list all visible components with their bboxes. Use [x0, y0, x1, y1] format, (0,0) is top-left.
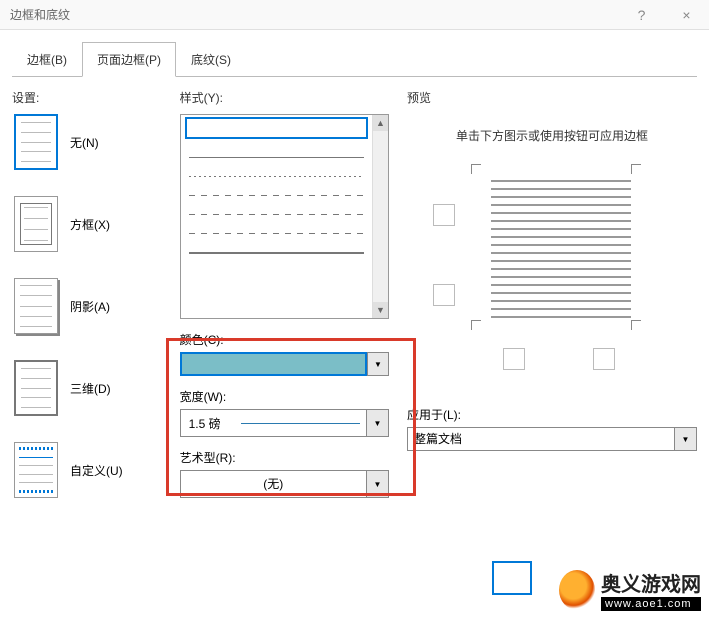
setting-3d-label: 三维(D) [70, 380, 111, 397]
window-title: 边框和底纹 [10, 6, 70, 23]
apply-combo[interactable]: 整篇文档 ▼ [407, 427, 697, 451]
preview-label: 预览 [407, 89, 697, 106]
setting-custom-label: 自定义(U) [70, 462, 123, 479]
flame-icon [559, 570, 595, 610]
width-value: 1.5 磅 [181, 415, 241, 432]
scroll-down-icon[interactable]: ▼ [373, 302, 388, 318]
tab-shading[interactable]: 底纹(S) [176, 42, 246, 77]
setting-3d-thumb[interactable] [14, 360, 58, 416]
focus-rect [492, 561, 532, 595]
watermark: 奥义游戏网 www.aoe1.com [559, 568, 701, 611]
style-label: 样式(Y): [180, 89, 389, 106]
chevron-down-icon[interactable]: ▼ [366, 410, 388, 436]
tab-borders[interactable]: 边框(B) [12, 42, 82, 77]
scroll-up-icon[interactable]: ▲ [373, 115, 388, 131]
watermark-url: www.aoe1.com [601, 597, 701, 611]
edge-right-button[interactable] [593, 348, 615, 370]
apply-value: 整篇文档 [408, 428, 674, 450]
style-listbox[interactable]: ▲ ▼ [180, 114, 389, 319]
width-preview-line [241, 423, 360, 424]
setting-custom-thumb[interactable] [14, 442, 58, 498]
edge-left-button[interactable] [503, 348, 525, 370]
setting-shadow-label: 阴影(A) [70, 298, 110, 315]
apply-label: 应用于(L): [407, 406, 697, 423]
chevron-down-icon[interactable]: ▼ [674, 428, 696, 450]
color-combo[interactable]: ▼ [180, 352, 389, 376]
tab-page-borders[interactable]: 页面边框(P) [82, 42, 176, 77]
setting-box-label: 方框(X) [70, 216, 110, 233]
preview-hint: 单击下方图示或使用按钮可应用边框 [437, 126, 667, 146]
chevron-down-icon[interactable]: ▼ [366, 471, 388, 497]
settings-label: 设置: [12, 89, 162, 106]
color-swatch [180, 352, 367, 376]
setting-none-thumb[interactable] [14, 114, 58, 170]
edge-top-button[interactable] [433, 204, 455, 226]
chevron-down-icon[interactable]: ▼ [367, 352, 389, 376]
preview-page [491, 180, 631, 320]
art-label: 艺术型(R): [180, 449, 389, 466]
help-button[interactable]: ? [619, 0, 664, 30]
style-scrollbar[interactable]: ▲ ▼ [372, 115, 388, 318]
setting-box-thumb[interactable] [14, 196, 58, 252]
preview-diagram[interactable] [413, 164, 693, 394]
setting-shadow-thumb[interactable] [14, 278, 58, 334]
art-value: (无) [181, 471, 366, 497]
color-label: 颜色(C): [180, 331, 389, 348]
art-combo[interactable]: (无) ▼ [180, 470, 389, 498]
setting-none-label: 无(N) [70, 134, 99, 151]
width-combo[interactable]: 1.5 磅 ▼ [180, 409, 389, 437]
close-button[interactable]: × [664, 0, 709, 30]
edge-bottom-button[interactable] [433, 284, 455, 306]
width-label: 宽度(W): [180, 388, 389, 405]
watermark-name: 奥义游戏网 [601, 568, 701, 597]
